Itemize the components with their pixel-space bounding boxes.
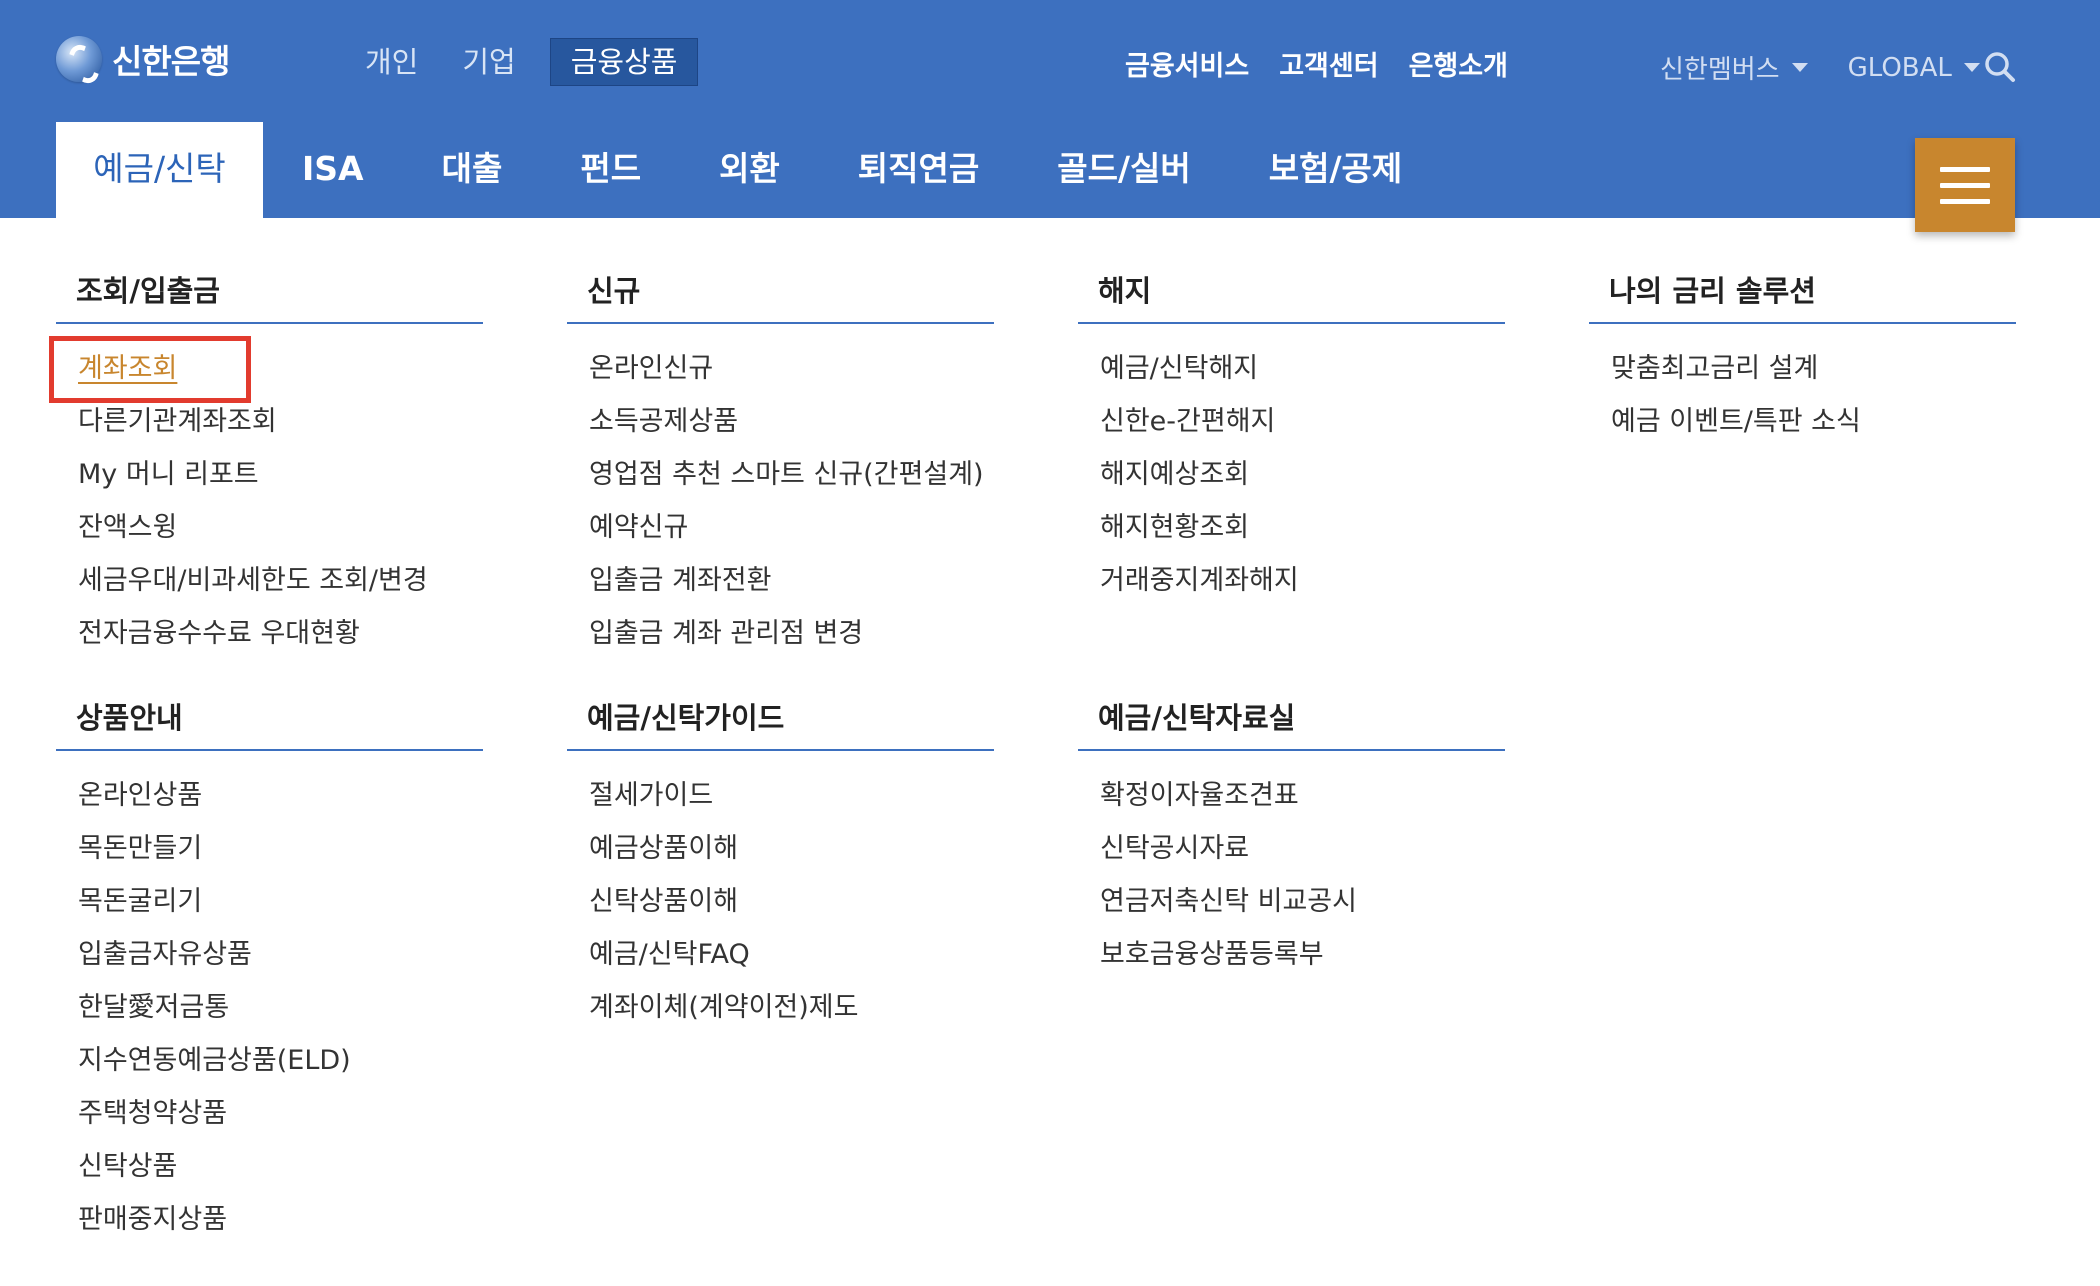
member-global-nav: 신한멤버스 GLOBAL: [1660, 49, 1980, 86]
shinhan-logo-icon: [56, 36, 102, 82]
shinhan-members-dropdown[interactable]: 신한멤버스: [1660, 49, 1808, 86]
tab-isa[interactable]: ISA: [263, 122, 403, 218]
menu-item[interactable]: 입출금 계좌전환: [589, 554, 994, 607]
menu-item[interactable]: 보호금융상품등록부: [1100, 928, 1505, 981]
tab-gold-silver[interactable]: 골드/실버: [1018, 122, 1230, 218]
menu-item[interactable]: 영업점 추천 스마트 신규(간편설계): [589, 448, 994, 501]
menu-bar: [1940, 182, 1990, 188]
tab-pension[interactable]: 퇴직연금: [819, 122, 1018, 218]
highlight-box: [49, 336, 251, 403]
hamburger-menu-icon[interactable]: [1915, 138, 2015, 232]
group-title: 조회/입출금: [56, 270, 483, 324]
menu-item[interactable]: 해지예상조회: [1100, 448, 1505, 501]
menu-item[interactable]: 신탁공시자료: [1100, 822, 1505, 875]
menu-item[interactable]: 예금/신탁해지: [1100, 342, 1505, 395]
menu-item[interactable]: 온라인상품: [78, 769, 483, 822]
tab-deposit-trust[interactable]: 예금/신탁: [56, 122, 263, 218]
group-new-account: 신규 온라인신규 소득공제상품 영업점 추천 스마트 신규(간편설계) 예약신규…: [567, 270, 994, 660]
menu-item[interactable]: 세금우대/비과세한도 조회/변경: [78, 554, 483, 607]
utility-nav: 금융서비스 고객센터 은행소개: [1125, 44, 1508, 83]
util-bank-intro[interactable]: 은행소개: [1409, 44, 1508, 83]
global-dropdown[interactable]: GLOBAL: [1848, 53, 1980, 83]
menu-item[interactable]: 거래중지계좌해지: [1100, 554, 1505, 607]
menu-item[interactable]: 맞춤최고금리 설계: [1611, 342, 2016, 395]
top-nav-corporate[interactable]: 기업: [444, 39, 533, 85]
menu-item[interactable]: 예약신규: [589, 501, 994, 554]
menu-item[interactable]: 판매중지상품: [78, 1193, 483, 1246]
group-rate-solution: 나의 금리 솔루션 맞춤최고금리 설계 예금 이벤트/특판 소식: [1589, 270, 2016, 448]
group-termination: 해지 예금/신탁해지 신한e-간편해지 해지예상조회 해지현황조회 거래중지계좌…: [1078, 270, 1505, 607]
menu-item[interactable]: 계좌이체(계약이전)제도: [589, 981, 994, 1034]
group-inquiry-deposit: 조회/입출금 계좌조회 다른기관계좌조회 My 머니 리포트 잔액스윙 세금우대…: [56, 270, 483, 660]
menu-item[interactable]: 목돈만들기: [78, 822, 483, 875]
menu-item[interactable]: 예금 이벤트/특판 소식: [1611, 395, 2016, 448]
menu-item[interactable]: 신한e-간편해지: [1100, 395, 1505, 448]
group-title: 해지: [1078, 270, 1505, 324]
menu-item[interactable]: 입출금자유상품: [78, 928, 483, 981]
brand-name: 신한은행: [112, 42, 230, 81]
group-deposit-archive: 예금/신탁자료실 확정이자율조견표 신탁공시자료 연금저축신탁 비교공시 보호금…: [1078, 697, 1505, 981]
menu-item[interactable]: 지수연동예금상품(ELD): [78, 1034, 483, 1087]
group-title: 상품안내: [56, 697, 483, 751]
util-financial-services[interactable]: 금융서비스: [1125, 44, 1249, 83]
group-title: 예금/신탁가이드: [567, 697, 994, 751]
tab-insurance[interactable]: 보험/공제: [1230, 122, 1442, 218]
search-icon[interactable]: [1984, 51, 2016, 83]
brand-logo[interactable]: 신한은행: [56, 34, 230, 84]
menu-item[interactable]: 확정이자율조견표: [1100, 769, 1505, 822]
menu-item[interactable]: 신탁상품: [78, 1140, 483, 1193]
menu-item[interactable]: 연금저축신탁 비교공시: [1100, 875, 1505, 928]
shinhan-members-label: 신한멤버스: [1660, 55, 1780, 85]
group-title: 예금/신탁자료실: [1078, 697, 1505, 751]
group-product-guide: 상품안내 온라인상품 목돈만들기 목돈굴리기 입출금자유상품 한달愛저금통 지수…: [56, 697, 483, 1246]
menu-item[interactable]: 해지현황조회: [1100, 501, 1505, 554]
menu-item[interactable]: My 머니 리포트: [78, 448, 483, 501]
global-label: GLOBAL: [1847, 52, 1952, 83]
menu-item[interactable]: 잔액스윙: [78, 501, 483, 554]
header-bar: 신한은행 개인 기업 금융상품 금융서비스 고객센터 은행소개 신한멤버스 GL…: [0, 0, 2100, 218]
menu-item[interactable]: 목돈굴리기: [78, 875, 483, 928]
menu-item[interactable]: 신탁상품이해: [589, 875, 994, 928]
util-customer-center[interactable]: 고객센터: [1279, 44, 1378, 83]
top-nav: 개인 기업 금융상품: [347, 38, 706, 86]
group-deposit-guide: 예금/신탁가이드 절세가이드 예금상품이해 신탁상품이해 예금/신탁FAQ 계좌…: [567, 697, 994, 1034]
menu-item[interactable]: 한달愛저금통: [78, 981, 483, 1034]
caret-down-icon: [1791, 63, 1808, 72]
menu-item[interactable]: 절세가이드: [589, 769, 994, 822]
menu-item[interactable]: 소득공제상품: [589, 395, 994, 448]
menu-item[interactable]: 전자금융수수료 우대현황: [78, 607, 483, 660]
menu-item[interactable]: 입출금 계좌 관리점 변경: [589, 607, 994, 660]
caret-down-icon: [1963, 63, 1980, 72]
menu-item[interactable]: 온라인신규: [589, 342, 994, 395]
menu-bar: [1940, 166, 1990, 172]
top-nav-personal[interactable]: 개인: [347, 39, 436, 85]
menu-item[interactable]: 예금상품이해: [589, 822, 994, 875]
tab-loan[interactable]: 대출: [403, 122, 542, 218]
menu-item[interactable]: 주택청약상품: [78, 1087, 483, 1140]
top-nav-financial-products[interactable]: 금융상품: [549, 38, 699, 86]
menu-item[interactable]: 예금/신탁FAQ: [589, 928, 994, 981]
main-category-tabs: 예금/신탁 ISA 대출 펀드 외환 퇴직연금 골드/실버 보험/공제: [56, 122, 1441, 218]
menu-bar: [1940, 198, 1990, 204]
tab-foreign-exchange[interactable]: 외환: [680, 122, 819, 218]
group-title: 신규: [567, 270, 994, 324]
tab-fund[interactable]: 펀드: [541, 122, 680, 218]
group-title: 나의 금리 솔루션: [1589, 270, 2016, 324]
